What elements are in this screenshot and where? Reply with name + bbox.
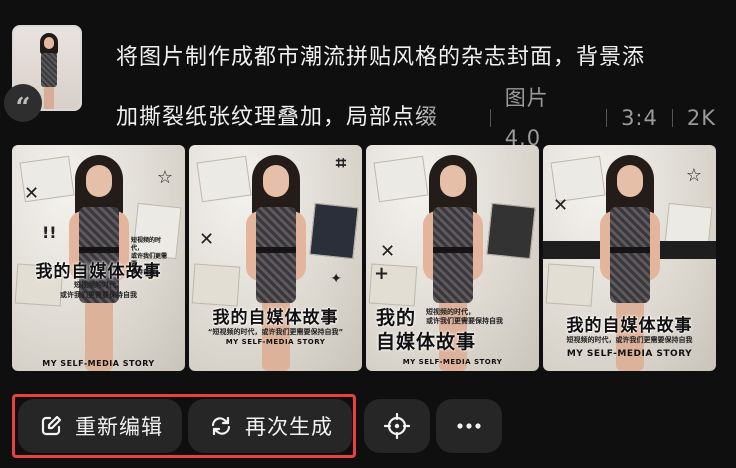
regenerate-button[interactable]: 再次生成 xyxy=(188,399,352,453)
side-caption: 短视频的时代， 或许我们更需要 保持自我 xyxy=(131,237,168,276)
doodle-icon: ☆ xyxy=(156,167,173,188)
edit-icon xyxy=(37,412,65,440)
divider xyxy=(489,109,491,127)
result-image-2[interactable]: ⌗ ✕ ✦ 我的自媒体故事 “短视频的时代，或许我们更需要保持自我” MY SE… xyxy=(189,145,362,371)
doodle-icon: ✕ xyxy=(553,195,569,216)
prompt-line-1: 将图片制作成都市潮流拼贴风格的杂志封面，背景添 xyxy=(116,45,646,70)
cover-subtitle: “短视频的时代，或许我们更需要保持自我” xyxy=(207,328,344,336)
ratio-label: 3:4 xyxy=(621,106,658,130)
cover-headline: 自媒体故事 xyxy=(376,331,477,353)
doodle-icon: ✕ xyxy=(24,183,40,204)
result-image-3[interactable]: ✕ + 我的 自媒体故事 短视频的时代， 或许我们更需要保持自我 MY SELF… xyxy=(366,145,539,371)
refresh-icon xyxy=(207,412,235,440)
cover-headline: 我的自媒体故事 xyxy=(212,308,339,328)
cover-subtitle: 或许我们更需要保持自我 xyxy=(426,317,503,325)
action-bar: 重新编辑 再次生成 xyxy=(12,394,732,458)
result-image-4[interactable]: ☆ ✕ 我的自媒体故事 短视频的时代，或许我们更需要保持自我 MY SELF-M… xyxy=(543,145,716,371)
cover-headline: 我的自媒体故事 xyxy=(566,316,693,336)
cover-subtitle: 或许我们更需要保持自我 xyxy=(60,291,137,299)
more-icon xyxy=(455,412,483,440)
doodle-icon: ✕ xyxy=(199,229,215,250)
doodle-icon: !! xyxy=(42,223,57,242)
cover-english-title: MY SELF-MEDIA STORY xyxy=(42,359,155,368)
doodle-icon: + xyxy=(374,263,390,284)
result-image-1[interactable]: ✕ ☆ !! 我的自媒体故事 短视频的时代， 或许我们更需要保持自我 短视频的时… xyxy=(12,145,185,371)
cover-english-title: MY SELF-MEDIA STORY xyxy=(566,349,693,359)
cover-english-title: MY SELF-MEDIA STORY xyxy=(402,358,503,366)
divider xyxy=(671,109,673,127)
doodle-icon: ☆ xyxy=(685,165,702,186)
doodle-icon: ⌗ xyxy=(335,153,346,174)
doodle-icon: ✕ xyxy=(380,241,396,262)
divider xyxy=(606,109,608,127)
prompt-text: 将图片制作成都市潮流拼贴风格的杂志封面，背景添 加撕裂纸张纹理叠加，局部点缀 图… xyxy=(116,38,716,158)
cover-english-title: MY SELF-MEDIA STORY xyxy=(225,338,326,346)
cover-subtitle: 短视频的时代，或许我们更需要保持自我 xyxy=(566,336,693,344)
reedit-label: 重新编辑 xyxy=(75,415,163,439)
result-images: ✕ ☆ !! 我的自媒体故事 短视频的时代， 或许我们更需要保持自我 短视频的时… xyxy=(12,145,716,371)
more-button[interactable] xyxy=(436,399,502,453)
prompt-line-2: 加撕裂纸张纹理叠加，局部点缀 xyxy=(116,105,439,130)
locate-button[interactable] xyxy=(364,399,430,453)
crosshair-icon xyxy=(383,412,411,440)
cover-subtitle: 短视频的时代， xyxy=(74,281,123,289)
regenerate-label: 再次生成 xyxy=(245,415,333,439)
resolution-label: 2K xyxy=(686,106,716,130)
quote-icon[interactable]: “ xyxy=(4,84,42,122)
reedit-button[interactable]: 重新编辑 xyxy=(18,399,182,453)
doodle-icon: ✦ xyxy=(330,271,342,287)
